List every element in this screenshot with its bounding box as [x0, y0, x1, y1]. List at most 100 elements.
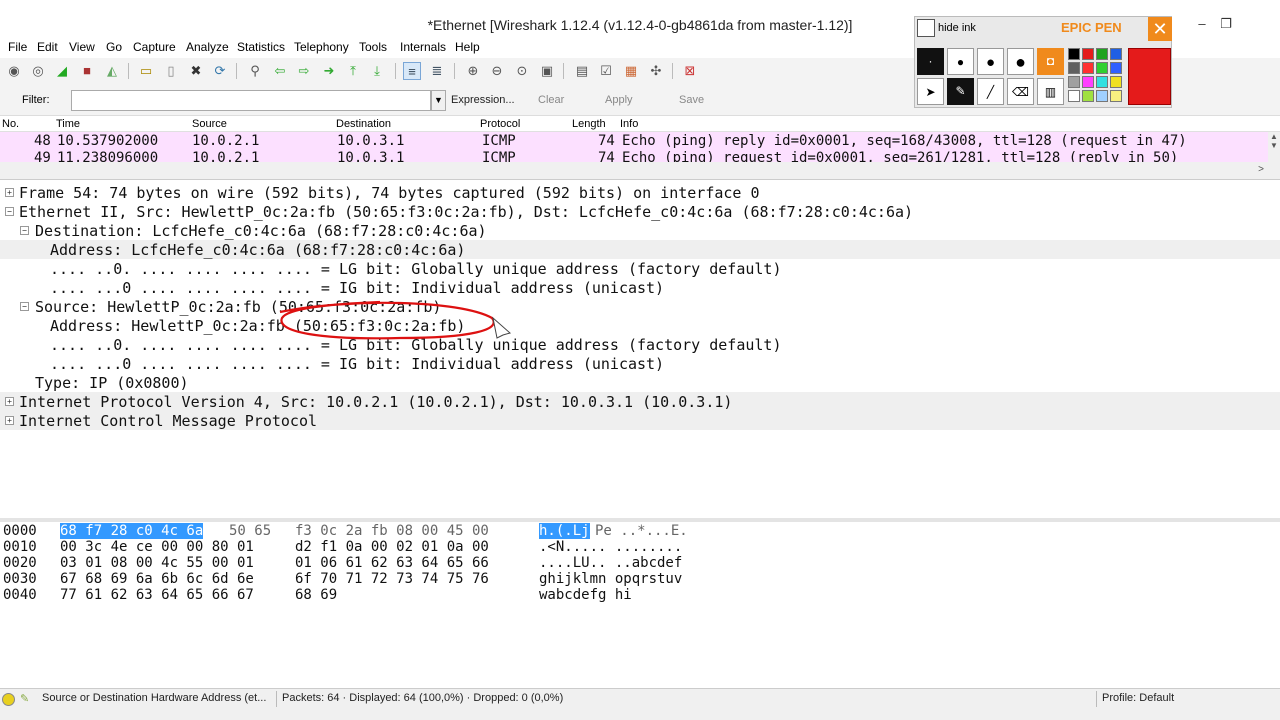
- help-icon[interactable]: ⊠: [681, 62, 699, 80]
- minimize-button[interactable]: –: [1190, 16, 1214, 31]
- display-filters-icon[interactable]: ☑: [597, 62, 615, 80]
- color-swatch[interactable]: [1110, 62, 1122, 74]
- color-swatch[interactable]: [1082, 48, 1094, 60]
- status-profile[interactable]: Profile: Default: [1102, 692, 1174, 704]
- expert-info-icon[interactable]: [2, 693, 15, 706]
- menu-statistics[interactable]: Statistics: [237, 40, 285, 54]
- save-button[interactable]: Save: [679, 94, 704, 106]
- menu-file[interactable]: File: [8, 40, 27, 54]
- tree-item-ipv4[interactable]: + Internet Protocol Version 4, Src: 10.0…: [0, 392, 1280, 411]
- brush-size-4-icon[interactable]: ●: [1007, 48, 1034, 75]
- trash-icon[interactable]: ▥: [1037, 78, 1064, 105]
- eraser-icon[interactable]: ⌫: [1007, 78, 1034, 105]
- tree-item-dst-address[interactable]: Address: LcfcHefe_c0:4c:6a (68:f7:28:c0:…: [0, 240, 1280, 259]
- go-back-icon[interactable]: ⇦: [271, 62, 289, 80]
- cursor-icon[interactable]: ➤: [917, 78, 944, 105]
- zoom-out-icon[interactable]: ⊖: [488, 62, 506, 80]
- color-swatch[interactable]: [1096, 48, 1108, 60]
- coloring-rules-icon[interactable]: ▦: [622, 62, 640, 80]
- packet-list-vertical-scrollbar[interactable]: ▲ ▼: [1268, 132, 1280, 162]
- expand-icon[interactable]: +: [5, 416, 14, 425]
- column-destination[interactable]: Destination: [336, 118, 391, 130]
- color-swatch[interactable]: [1082, 62, 1094, 74]
- color-swatch[interactable]: [1110, 76, 1122, 88]
- packet-row[interactable]: 48 10.537902000 10.0.2.1 10.0.3.1 ICMP 7…: [0, 132, 1268, 149]
- menu-analyze[interactable]: Analyze: [186, 40, 229, 54]
- menu-internals[interactable]: Internals: [400, 40, 446, 54]
- resize-columns-icon[interactable]: ▣: [538, 62, 556, 80]
- color-swatch[interactable]: [1110, 90, 1122, 102]
- tree-item-frame[interactable]: + Frame 54: 74 bytes on wire (592 bits),…: [0, 183, 1280, 202]
- tree-item-src-lg-bit[interactable]: .... ..0. .... .... .... .... = LG bit: …: [0, 335, 1280, 354]
- hide-ink-checkbox[interactable]: [917, 19, 935, 37]
- color-swatch[interactable]: [1110, 48, 1122, 60]
- tree-item-ethernet[interactable]: − Ethernet II, Src: HewlettP_0c:2a:fb (5…: [0, 202, 1280, 221]
- normal-size-icon[interactable]: ⊙: [513, 62, 531, 80]
- save-file-icon[interactable]: ▯: [162, 62, 180, 80]
- tree-item-src-address[interactable]: Address: HewlettP_0c:2a:fb (50:65:f3:0c:…: [0, 316, 1280, 335]
- filter-input[interactable]: [71, 90, 431, 111]
- color-swatch[interactable]: [1068, 48, 1080, 60]
- autoscroll-icon[interactable]: ≣: [428, 62, 446, 80]
- first-packet-icon[interactable]: ⤒: [344, 62, 362, 80]
- find-packet-icon[interactable]: ⚲: [246, 62, 264, 80]
- zoom-in-icon[interactable]: ⊕: [464, 62, 482, 80]
- open-file-icon[interactable]: ▭: [137, 62, 155, 80]
- column-no[interactable]: No.: [2, 118, 19, 130]
- tree-item-source[interactable]: − Source: HewlettP_0c:2a:fb (50:65:f3:0c…: [0, 297, 1280, 316]
- color-swatch[interactable]: [1096, 62, 1108, 74]
- brush-size-1-icon[interactable]: ·: [917, 48, 944, 75]
- color-swatch[interactable]: [1096, 76, 1108, 88]
- collapse-icon[interactable]: −: [20, 302, 29, 311]
- color-swatch[interactable]: [1068, 90, 1080, 102]
- brush-size-2-icon[interactable]: ●: [947, 48, 974, 75]
- column-length[interactable]: Length: [572, 118, 606, 130]
- last-packet-icon[interactable]: ⤓: [368, 62, 386, 80]
- highlighter-icon[interactable]: ╱: [977, 78, 1004, 105]
- interfaces-icon[interactable]: ◉: [5, 62, 23, 80]
- color-swatch[interactable]: [1082, 76, 1094, 88]
- color-swatch[interactable]: [1096, 90, 1108, 102]
- restart-capture-icon[interactable]: ◭: [103, 62, 121, 80]
- column-info[interactable]: Info: [620, 118, 638, 130]
- expression-button[interactable]: Expression...: [451, 94, 515, 106]
- pen-icon[interactable]: ✎: [947, 78, 974, 105]
- restore-button[interactable]: ❐: [1214, 16, 1238, 32]
- menu-telephony[interactable]: Telephony: [294, 40, 349, 54]
- collapse-icon[interactable]: −: [5, 207, 14, 216]
- filter-dropdown-icon[interactable]: ▼: [431, 90, 446, 111]
- brush-size-3-icon[interactable]: ●: [977, 48, 1004, 75]
- go-to-packet-icon[interactable]: ➜: [320, 62, 338, 80]
- tree-item-icmp[interactable]: + Internet Control Message Protocol: [0, 411, 1280, 430]
- capture-filters-icon[interactable]: ▤: [573, 62, 591, 80]
- column-source[interactable]: Source: [192, 118, 227, 130]
- packet-list-horizontal-scrollbar[interactable]: >: [0, 162, 1280, 180]
- color-swatch[interactable]: [1068, 76, 1080, 88]
- close-icon[interactable]: ✕: [1148, 17, 1172, 41]
- clear-button[interactable]: Clear: [538, 94, 564, 106]
- colorize-icon[interactable]: ≡: [403, 62, 421, 80]
- column-protocol[interactable]: Protocol: [480, 118, 520, 130]
- screenshot-camera-icon[interactable]: ◘: [1037, 48, 1064, 75]
- tree-item-type[interactable]: Type: IP (0x0800): [0, 373, 1280, 392]
- menu-go[interactable]: Go: [106, 40, 122, 54]
- edit-comment-icon[interactable]: ✎: [20, 692, 29, 705]
- menu-tools[interactable]: Tools: [359, 40, 387, 54]
- tree-item-src-ig-bit[interactable]: .... ...0 .... .... .... .... = IG bit: …: [0, 354, 1280, 373]
- menu-view[interactable]: View: [69, 40, 95, 54]
- active-color-swatch[interactable]: [1128, 48, 1171, 105]
- preferences-icon[interactable]: ✣: [647, 62, 665, 80]
- color-swatch[interactable]: [1082, 90, 1094, 102]
- go-forward-icon[interactable]: ⇨: [295, 62, 313, 80]
- menu-edit[interactable]: Edit: [37, 40, 58, 54]
- expand-icon[interactable]: +: [5, 397, 14, 406]
- expand-icon[interactable]: +: [5, 188, 14, 197]
- tree-item-dst-lg-bit[interactable]: .... ..0. .... .... .... .... = LG bit: …: [0, 259, 1280, 278]
- close-file-icon[interactable]: ✖: [187, 62, 205, 80]
- apply-button[interactable]: Apply: [605, 94, 633, 106]
- column-time[interactable]: Time: [56, 118, 80, 130]
- options-icon[interactable]: ◎: [29, 62, 47, 80]
- stop-capture-icon[interactable]: ■: [78, 62, 96, 80]
- menu-capture[interactable]: Capture: [133, 40, 176, 54]
- color-swatch[interactable]: [1068, 62, 1080, 74]
